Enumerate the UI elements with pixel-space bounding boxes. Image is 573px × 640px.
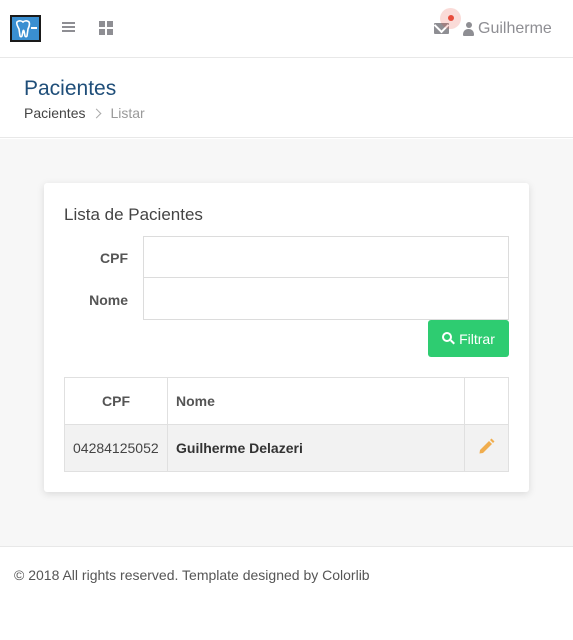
column-header-actions <box>464 377 509 425</box>
patients-table: CPF Nome 04284125052 Guilherme Delazeri <box>64 377 509 472</box>
top-navbar: Guilherme <box>0 0 573 58</box>
tooth-logo-icon[interactable] <box>10 15 41 42</box>
page-title: Pacientes <box>24 77 117 100</box>
filter-button-label: Filtrar <box>459 330 495 347</box>
nome-label: Nome <box>89 292 128 308</box>
cell-actions <box>464 424 509 472</box>
cell-nome: Guilherme Delazeri <box>167 424 465 472</box>
cpf-input[interactable] <box>143 236 509 279</box>
notification-dot <box>440 8 461 29</box>
user-icon <box>463 22 474 36</box>
card-title: Lista de Pacientes <box>64 205 203 224</box>
column-header-cpf: CPF <box>64 377 168 425</box>
cpf-label: CPF <box>100 250 128 266</box>
chevron-right-icon <box>92 108 102 118</box>
menu-bars-icon[interactable] <box>62 22 75 34</box>
filter-button[interactable]: Filtrar <box>428 320 509 357</box>
user-menu[interactable]: Guilherme <box>463 19 552 39</box>
breadcrumb-link-pacientes[interactable]: Pacientes <box>24 105 85 121</box>
patients-card: Lista de Pacientes CPF Nome Filtrar CPF … <box>44 183 529 492</box>
cell-cpf: 04284125052 <box>64 424 168 472</box>
main-content: Lista de Pacientes CPF Nome Filtrar CPF … <box>0 139 573 546</box>
footer: © 2018 All rights reserved. Template des… <box>0 546 573 640</box>
user-name[interactable]: Guilherme <box>478 20 552 38</box>
table-header-row: CPF Nome <box>64 377 509 425</box>
nome-input[interactable] <box>143 277 509 320</box>
pencil-icon[interactable] <box>478 438 495 458</box>
breadcrumb-current: Listar <box>110 105 145 121</box>
page-header: Pacientes Pacientes Listar <box>0 59 573 138</box>
table-row: 04284125052 Guilherme Delazeri <box>64 424 509 472</box>
footer-text: © 2018 All rights reserved. Template des… <box>14 567 370 583</box>
column-header-nome: Nome <box>167 377 465 425</box>
grid-apps-icon[interactable] <box>99 21 113 35</box>
search-icon <box>442 332 456 345</box>
breadcrumb: Pacientes Listar <box>24 105 145 121</box>
